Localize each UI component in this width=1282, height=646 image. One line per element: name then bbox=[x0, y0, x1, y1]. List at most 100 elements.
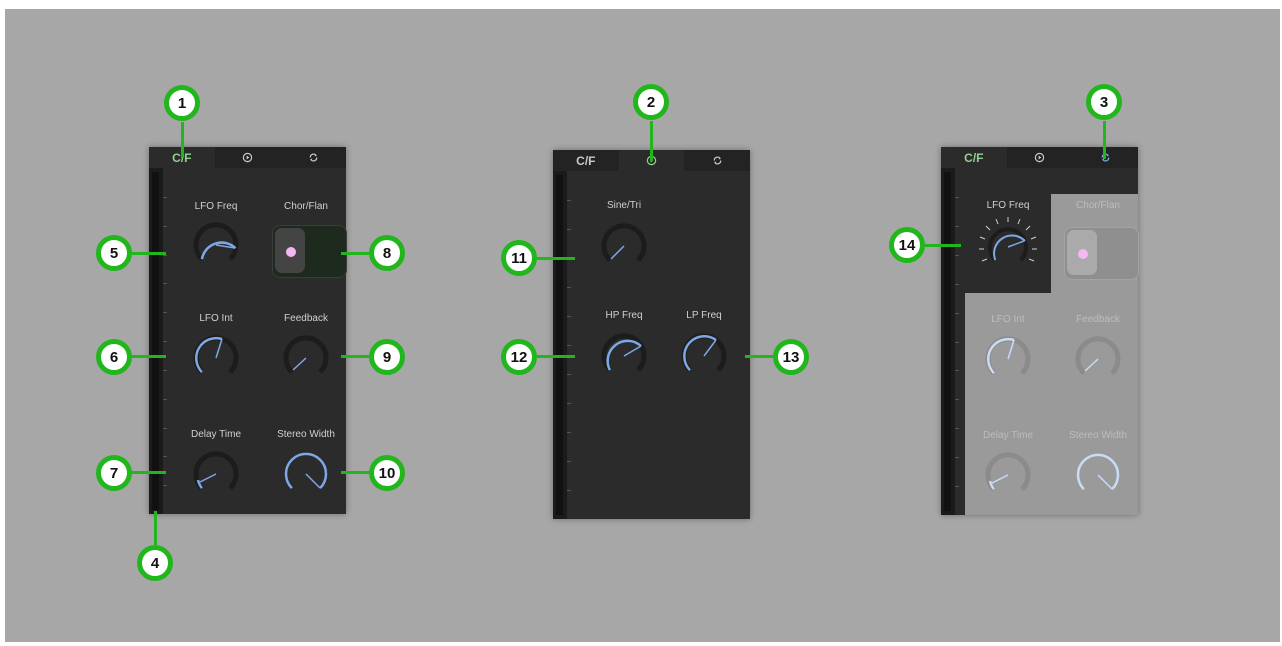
tab-bar: C/F bbox=[149, 147, 346, 168]
callout-13: 13 bbox=[773, 339, 809, 375]
callout-1: 1 bbox=[164, 85, 200, 121]
callout-line-6 bbox=[128, 355, 166, 358]
callout-line-12 bbox=[537, 355, 575, 358]
toggle-pill bbox=[275, 228, 305, 273]
tab-cf-label: C/F bbox=[576, 153, 596, 168]
callout-9: 9 bbox=[369, 339, 405, 375]
knob-lp-freq[interactable] bbox=[674, 326, 734, 386]
toggle-pill bbox=[1067, 230, 1097, 275]
toggle-label-chor-flan: Chor/Flan bbox=[1076, 200, 1120, 211]
meter-tick bbox=[163, 197, 167, 198]
knob-label-feedback: Feedback bbox=[1076, 314, 1120, 325]
cycle-icon bbox=[309, 153, 317, 162]
panel-modulation: C/F Sine/Tri HP Freq LP Freq bbox=[553, 150, 750, 519]
callout-6: 6 bbox=[96, 339, 132, 375]
meter-track bbox=[944, 172, 951, 511]
meter-tick bbox=[955, 457, 959, 458]
tab-cf[interactable]: C/F bbox=[553, 150, 619, 171]
knob-lfo-freq[interactable] bbox=[973, 211, 1043, 281]
meter-tick bbox=[955, 486, 959, 487]
callout-11: 11 bbox=[501, 240, 537, 276]
tab-cycle[interactable] bbox=[280, 147, 346, 168]
meter-tick bbox=[955, 226, 959, 227]
knob-label-lfo-freq: LFO Freq bbox=[194, 201, 238, 212]
meter-tick bbox=[955, 342, 959, 343]
callout-line-5 bbox=[128, 252, 166, 255]
meter-tick bbox=[163, 456, 167, 457]
knob-hp-freq[interactable] bbox=[594, 326, 654, 386]
callout-line-4 bbox=[154, 511, 157, 545]
callout-line-8 bbox=[341, 252, 369, 255]
tab-play[interactable] bbox=[215, 147, 281, 168]
tab-cf[interactable]: C/F bbox=[941, 147, 1007, 168]
meter-tick bbox=[163, 428, 167, 429]
output-meter bbox=[941, 168, 959, 515]
knob-lfo-int[interactable] bbox=[186, 328, 246, 388]
meter-tick bbox=[163, 341, 167, 342]
tab-cycle[interactable] bbox=[684, 150, 750, 171]
meter-tick bbox=[163, 399, 167, 400]
toggle-indicator bbox=[1078, 249, 1088, 259]
knob-label-delay-time: Delay Time bbox=[190, 429, 241, 440]
meter-tick bbox=[567, 345, 571, 346]
knob-sine-tri[interactable] bbox=[594, 216, 654, 276]
meter-tick bbox=[567, 200, 571, 201]
knob-label-stereo-width: Stereo Width bbox=[277, 429, 335, 440]
callout-5: 5 bbox=[96, 235, 132, 271]
meter-tick bbox=[567, 229, 571, 230]
knob-lfo-freq[interactable] bbox=[186, 215, 246, 275]
toggle-indicator bbox=[286, 247, 296, 257]
callout-line-11 bbox=[537, 257, 575, 260]
knob-stereo-width[interactable] bbox=[276, 444, 336, 504]
knob-delay-time[interactable] bbox=[186, 444, 246, 504]
knob-feedback[interactable] bbox=[276, 328, 336, 388]
callout-10: 10 bbox=[369, 455, 405, 491]
meter-track bbox=[556, 175, 563, 515]
knob-label-lfo-int: LFO Int bbox=[991, 314, 1025, 325]
meter-tick bbox=[567, 287, 571, 288]
toggle-label-chor-flan: Chor/Flan bbox=[284, 201, 328, 212]
knob-feedback[interactable] bbox=[1068, 329, 1128, 389]
meter-tick bbox=[567, 374, 571, 375]
knob-lfo-int[interactable] bbox=[978, 329, 1038, 389]
callout-line-2 bbox=[650, 121, 653, 161]
callout-8: 8 bbox=[369, 235, 405, 271]
callout-7: 7 bbox=[96, 455, 132, 491]
meter-tick bbox=[567, 432, 571, 433]
callout-line-10 bbox=[341, 471, 369, 474]
callout-line-7 bbox=[128, 471, 166, 474]
output-meter bbox=[149, 168, 167, 514]
meter-tick bbox=[567, 316, 571, 317]
stage-background: C/F LFO Freq Chor/Flan LFO Int Feedback bbox=[5, 9, 1280, 642]
knob-label-stereo-width: Stereo Width bbox=[1069, 430, 1127, 441]
knob-delay-time[interactable] bbox=[978, 445, 1038, 505]
callout-4: 4 bbox=[137, 545, 173, 581]
callout-3: 3 bbox=[1086, 84, 1122, 120]
knob-label-hp-freq: HP Freq bbox=[605, 310, 643, 321]
tab-play[interactable] bbox=[1007, 147, 1073, 168]
knob-label-sine-tri: Sine/Tri bbox=[606, 200, 642, 211]
panel-lfo-sync: C/F LFO Freq Chor/Flan LFO Int Feedback … bbox=[941, 147, 1139, 515]
meter-tick bbox=[163, 283, 167, 284]
knob-label-lfo-freq: LFO Freq bbox=[986, 200, 1030, 211]
tab-bar: C/F bbox=[941, 147, 1138, 168]
meter-tick bbox=[955, 428, 959, 429]
callout-line-14 bbox=[925, 244, 961, 247]
knob-stereo-width[interactable] bbox=[1068, 445, 1128, 505]
meter-tick bbox=[163, 255, 167, 256]
output-meter bbox=[553, 171, 571, 519]
callout-line-1 bbox=[181, 122, 184, 158]
chor-flan-toggle[interactable] bbox=[272, 225, 347, 278]
play-circle-icon bbox=[242, 152, 253, 163]
meter-tick bbox=[955, 370, 959, 371]
meter-tick bbox=[163, 226, 167, 227]
callout-14: 14 bbox=[889, 227, 925, 263]
meter-tick bbox=[567, 490, 571, 491]
callout-12: 12 bbox=[501, 339, 537, 375]
meter-tick bbox=[955, 399, 959, 400]
meter-tick bbox=[567, 403, 571, 404]
chor-flan-toggle[interactable] bbox=[1064, 227, 1139, 280]
knob-label-lfo-int: LFO Int bbox=[199, 313, 233, 324]
callout-line-3 bbox=[1103, 121, 1106, 159]
meter-tick bbox=[955, 255, 959, 256]
